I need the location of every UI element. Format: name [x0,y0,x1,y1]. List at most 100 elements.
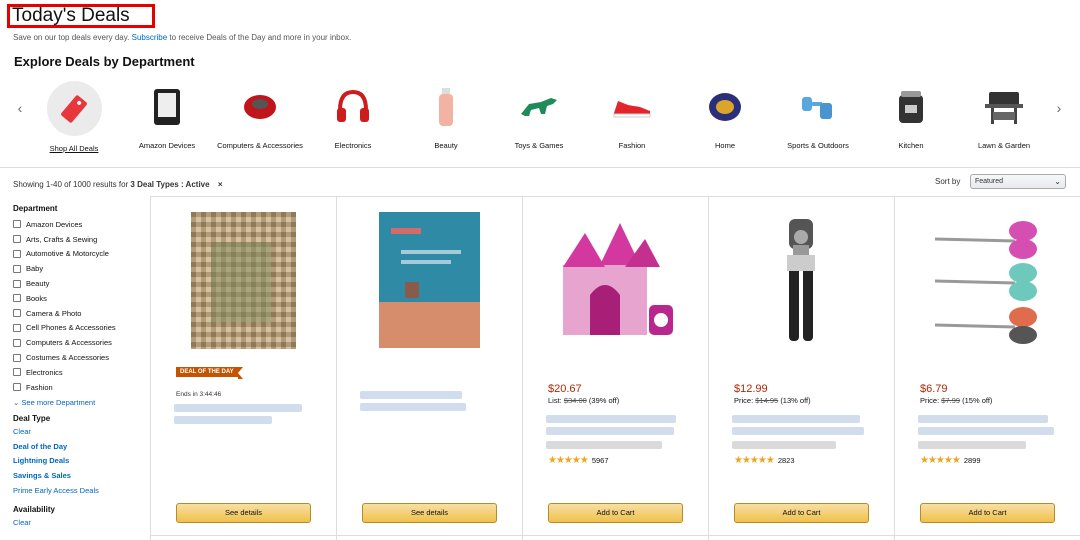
dept-electronics[interactable]: Electronics [307,78,399,150]
rating[interactable]: ★★★★★ 2899 [920,455,981,466]
page-subtitle: Save on our top deals every day. Subscri… [13,33,351,42]
product-image[interactable] [522,205,708,355]
list-label: Price: [920,396,940,405]
filter-dept-computers[interactable]: Computers & Accessories [13,335,148,350]
product-image[interactable] [336,205,522,355]
subtitle-text-2: to receive Deals of the Day and more in … [169,33,352,42]
checkbox[interactable] [13,235,21,244]
dept-toys-games[interactable]: Toys & Games [493,78,585,150]
filter-dept-baby[interactable]: Baby [13,261,148,276]
rating[interactable]: ★★★★★ 2823 [734,455,795,466]
filter-label: Computers & Accessories [26,338,112,348]
filter-label: Beauty [26,279,50,289]
checkbox[interactable] [13,368,21,377]
product-title-blurred[interactable] [360,391,462,399]
dept-home[interactable]: Home [679,78,771,150]
star-rating-icon: ★★★★★ [734,455,775,466]
dept-sports-outdoors[interactable]: Sports & Outdoors [772,78,864,150]
sort-select[interactable]: Featured ⌄ [970,174,1066,189]
add-to-cart-button[interactable]: Add to Cart [920,503,1055,523]
filter-deal-of-the-day[interactable]: Deal of the Day [13,442,148,457]
department-heading: Department [13,204,58,213]
checkbox[interactable] [13,249,21,258]
filter-savings-sales[interactable]: Savings & Sales [13,471,148,486]
filter-dept-costumes[interactable]: Costumes & Accessories [13,350,148,365]
checkbox[interactable] [13,294,21,303]
section-divider [0,167,1080,168]
dept-label: Lawn & Garden [977,141,1031,150]
dept-shop-all-deals[interactable]: Shop All Deals [28,78,120,153]
discount: (15% off) [962,396,993,405]
product-title-blurred[interactable] [174,404,302,412]
filter-label: Books [26,293,47,303]
chevron-down-icon: ⌄ [1054,177,1061,186]
product-title-blurred[interactable] [360,403,466,411]
dinosaur-icon [513,81,565,133]
filter-lightning-deals[interactable]: Lightning Deals [13,456,148,471]
filter-dept-amazon-devices[interactable]: Amazon Devices [13,217,148,232]
add-to-cart-button[interactable]: Add to Cart [734,503,869,523]
filter-prime-early-access[interactable]: Prime Early Access Deals [13,486,148,495]
checkbox[interactable] [13,264,21,273]
grill-icon [978,81,1030,133]
deal-timer: Ends in 3:44:46 [176,391,222,398]
checkbox[interactable] [13,323,21,332]
product-image[interactable] [894,205,1080,355]
list-price-line: Price: $14.95 (13% off) [734,396,811,405]
product-card: $12.99 Price: $14.95 (13% off) ★★★★★ 282… [708,197,894,540]
product-title-blurred[interactable] [918,415,1048,423]
deal-of-the-day-badge: DEAL OF THE DAY [176,367,243,379]
carousel-prev-arrow-icon[interactable]: ‹ [13,100,27,116]
filter-dept-camera[interactable]: Camera & Photo [13,306,148,321]
filter-label: Baby [26,264,44,274]
checkbox[interactable] [13,353,21,362]
deal-type-clear-link[interactable]: Clear [13,427,148,436]
filter-dept-cell-phones[interactable]: Cell Phones & Accessories [13,321,148,336]
product-title-blurred[interactable] [732,415,860,423]
headphones-icon [327,81,379,133]
subtitle-text: Save on our top deals every day. [13,33,130,42]
sort-label: Sort by [935,177,961,186]
product-image[interactable] [708,205,894,355]
product-card: DEAL OF THE DAY Ends in 3:44:46 See deta… [150,197,336,540]
carousel-next-arrow-icon[interactable]: › [1052,100,1066,116]
filter-label: Camera & Photo [26,308,82,318]
product-image[interactable] [150,205,336,355]
see-details-button[interactable]: See details [362,503,497,523]
dept-kitchen[interactable]: Kitchen [865,78,957,150]
product-title-blurred[interactable] [918,427,1054,435]
availability-clear-link[interactable]: Clear [13,518,148,527]
dept-label: Computers & Accessories [217,141,303,150]
checkbox[interactable] [13,220,21,229]
filter-dept-books[interactable]: Books [13,291,148,306]
dept-lawn-garden[interactable]: Lawn & Garden [958,78,1050,150]
see-more-label: See more Department [21,397,96,407]
deal-price: $20.67 [548,383,582,395]
see-details-button[interactable]: See details [176,503,311,523]
checkbox[interactable] [13,309,21,318]
subscribe-link[interactable]: Subscribe [132,33,168,42]
see-more-department-link[interactable]: ⌄ See more Department [13,398,148,407]
filter-label: Electronics [26,367,63,377]
filter-dept-fashion[interactable]: Fashion [13,380,148,395]
dept-beauty[interactable]: Beauty [400,78,492,150]
dept-amazon-devices[interactable]: Amazon Devices [121,78,213,150]
product-title-blurred[interactable] [732,427,864,435]
product-title-blurred[interactable] [546,427,674,435]
filter-dept-beauty[interactable]: Beauty [13,276,148,291]
filter-dept-electronics[interactable]: Electronics [13,365,148,380]
filter-dept-arts[interactable]: Arts, Crafts & Sewing [13,232,148,247]
dept-fashion[interactable]: Fashion [586,78,678,150]
clear-filter-icon[interactable]: × [218,180,223,189]
product-title-blurred[interactable] [546,415,676,423]
star-rating-icon: ★★★★★ [548,455,589,466]
checkbox[interactable] [13,383,21,392]
rating[interactable]: ★★★★★ 5967 [548,455,609,466]
checkbox[interactable] [13,279,21,288]
product-title-blurred[interactable] [174,416,272,424]
dept-label: Shop All Deals [49,144,99,153]
add-to-cart-button[interactable]: Add to Cart [548,503,683,523]
filter-dept-automotive[interactable]: Automotive & Motorcycle [13,247,148,262]
checkbox[interactable] [13,338,21,347]
dept-computers-accessories[interactable]: Computers & Accessories [214,78,306,150]
